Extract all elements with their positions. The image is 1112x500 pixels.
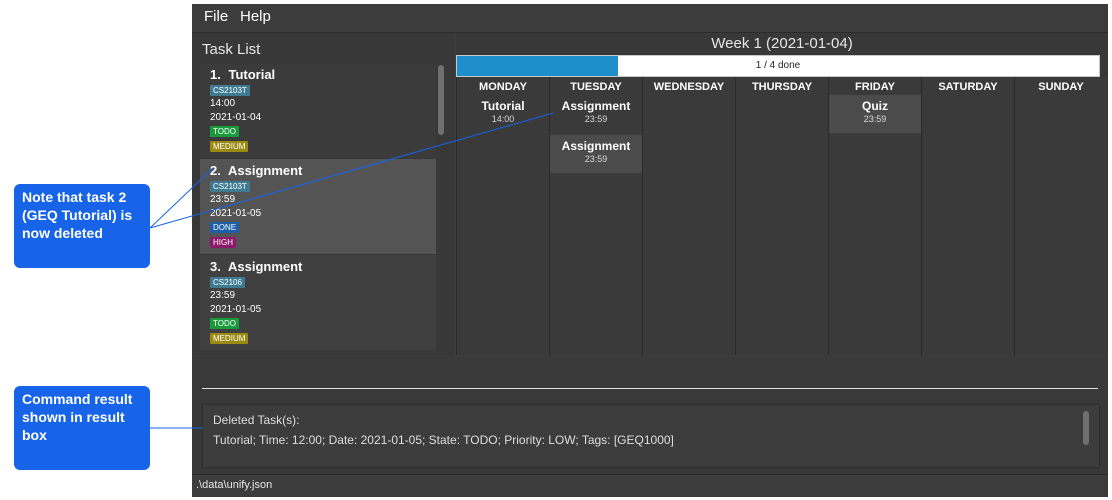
day-header: WEDNESDAY	[653, 81, 725, 93]
task-name: Tutorial	[228, 67, 276, 82]
day-column-friday: FRIDAY Quiz 23:59	[828, 77, 921, 355]
menu-help[interactable]: Help	[240, 8, 271, 25]
day-column-tuesday: TUESDAY Assignment 23:59 Assignment 23:5…	[549, 77, 642, 355]
day-task-title: Assignment	[561, 99, 631, 113]
day-task-title: Quiz	[862, 99, 888, 113]
day-column-thursday: THURSDAY	[735, 77, 828, 355]
command-input[interactable]	[202, 360, 1102, 386]
command-underline	[202, 388, 1098, 389]
task-list-panel: Task List 1. Tutorial CS2103T 14:00 2021…	[192, 33, 454, 355]
module-tag: CS2106	[210, 277, 245, 288]
result-box: Deleted Task(s): Tutorial; Time: 12:00; …	[202, 404, 1100, 468]
day-header: TUESDAY	[570, 81, 622, 93]
task-date: 2021-01-04	[210, 112, 262, 123]
day-task-time: 23:59	[863, 114, 887, 124]
day-task-item[interactable]: Assignment 23:59	[550, 95, 642, 133]
task-name: Assignment	[227, 259, 303, 274]
day-column-saturday: SATURDAY	[921, 77, 1014, 355]
progress-bar: 1 / 4 done	[456, 55, 1100, 77]
task-card[interactable]: 2. Assignment CS2103T 23:59 2021-01-05 D…	[200, 159, 436, 254]
task-number: 3.	[210, 259, 221, 274]
task-date: 2021-01-05	[210, 208, 262, 219]
task-time: 14:00	[210, 98, 236, 109]
priority-badge: MEDIUM	[210, 333, 249, 344]
day-task-item[interactable]: Quiz 23:59	[829, 95, 921, 133]
day-header: FRIDAY	[855, 81, 895, 93]
annotation-result-note: Command result shown in result box	[14, 386, 150, 470]
day-task-item[interactable]: Assignment 23:59	[550, 135, 642, 173]
priority-badge: MEDIUM	[210, 141, 249, 152]
task-time: 23:59	[210, 194, 236, 205]
day-header: SUNDAY	[1038, 81, 1084, 93]
day-task-time: 14:00	[491, 114, 515, 124]
task-time: 23:59	[210, 290, 236, 301]
task-number: 1.	[210, 67, 221, 82]
day-task-time: 23:59	[584, 114, 608, 124]
day-task-time: 23:59	[584, 154, 608, 164]
task-number: 2.	[210, 163, 221, 178]
task-heading: 3. Assignment	[210, 259, 302, 274]
module-tag: CS2103T	[210, 181, 250, 192]
day-header: THURSDAY	[751, 81, 813, 93]
priority-badge: HIGH	[210, 237, 236, 248]
task-heading: 2. Assignment	[210, 163, 302, 178]
state-badge: TODO	[210, 126, 239, 137]
task-card[interactable]: 1. Tutorial CS2103T 14:00 2021-01-04 TOD…	[200, 63, 436, 158]
day-task-title: Assignment	[561, 139, 631, 153]
command-box	[192, 356, 1108, 400]
task-name: Assignment	[227, 163, 303, 178]
task-date: 2021-01-05	[210, 304, 262, 315]
day-column-monday: MONDAY Tutorial 14:00	[456, 77, 549, 355]
result-scrollbar[interactable]	[1083, 411, 1089, 445]
progress-label: 1 / 4 done	[755, 60, 801, 71]
week-title: Week 1 (2021-01-04)	[711, 35, 853, 52]
annotation-deleted-note: Note that task 2 (GEQ Tutorial) is now d…	[14, 184, 150, 268]
day-task-item[interactable]: Tutorial 14:00	[457, 95, 549, 133]
task-list-title: Task List	[202, 41, 261, 58]
task-heading: 1. Tutorial	[210, 67, 275, 82]
day-column-wednesday: WEDNESDAY	[642, 77, 735, 355]
menu-file[interactable]: File	[204, 8, 228, 25]
weekly-view: Week 1 (2021-01-04) 1 / 4 done MONDAY Tu…	[456, 33, 1108, 355]
status-bar: .\data\unify.json	[192, 474, 1108, 497]
day-task-title: Tutorial	[481, 99, 525, 113]
result-line: Tutorial; Time: 12:00; Date: 2021-01-05;…	[213, 433, 674, 447]
state-badge: TODO	[210, 318, 239, 329]
day-header: MONDAY	[479, 81, 527, 93]
module-tag: CS2103T	[210, 85, 250, 96]
day-column-sunday: SUNDAY	[1014, 77, 1107, 355]
state-badge: DONE	[210, 222, 240, 233]
app-window: File Help Task List 1. Tutorial CS2103T …	[192, 4, 1108, 497]
result-line: Deleted Task(s):	[213, 413, 300, 427]
data-file-path: .\data\unify.json	[196, 479, 273, 491]
task-list: 1. Tutorial CS2103T 14:00 2021-01-04 TOD…	[200, 63, 436, 351]
day-header: SATURDAY	[938, 81, 998, 93]
menu-bar: File Help	[192, 4, 1108, 33]
result-area: Deleted Task(s): Tutorial; Time: 12:00; …	[192, 400, 1108, 474]
task-list-scrollbar[interactable]	[438, 65, 444, 135]
task-card[interactable]: 3. Assignment CS2106 23:59 2021-01-05 TO…	[200, 255, 436, 350]
